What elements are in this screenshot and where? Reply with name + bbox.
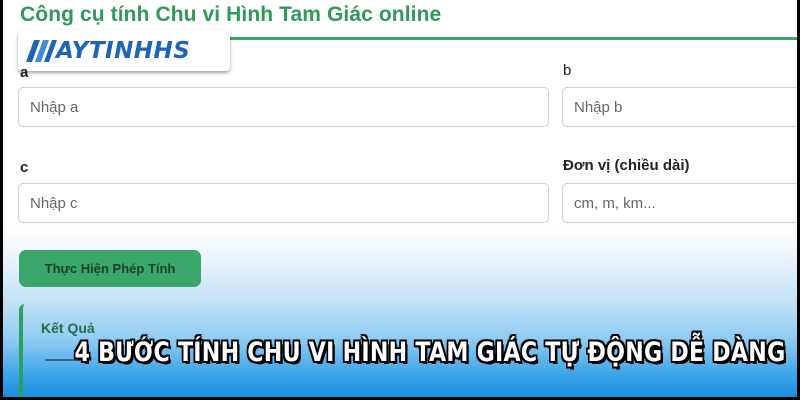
page-frame: Công cụ tính Chu vi Hình Tam Giác online… (3, 0, 797, 397)
unit-label: Đơn vị (chiều dài) (563, 157, 690, 174)
logo-mark-icon (26, 39, 57, 62)
field-b-input[interactable] (562, 87, 797, 127)
field-a-input[interactable] (18, 87, 549, 127)
field-b-label: b (563, 62, 572, 79)
page-title: Công cụ tính Chu vi Hình Tam Giác online (20, 3, 442, 26)
logo-text: AYTINHHS (56, 37, 191, 64)
field-c-input[interactable] (18, 183, 549, 223)
site-logo[interactable]: AYTINHHS (18, 30, 230, 71)
title-underline (229, 37, 797, 40)
banner-caption: 4 BƯỚC TÍNH CHU VI HÌNH TAM GIÁC TỰ ĐỘNG… (74, 337, 786, 368)
field-c-label: c (20, 159, 29, 176)
result-title: Kết Quả (41, 320, 95, 336)
calculate-button[interactable]: Thực Hiện Phép Tính (19, 250, 201, 287)
field-a-label: a (20, 64, 29, 81)
unit-input[interactable] (562, 183, 797, 223)
